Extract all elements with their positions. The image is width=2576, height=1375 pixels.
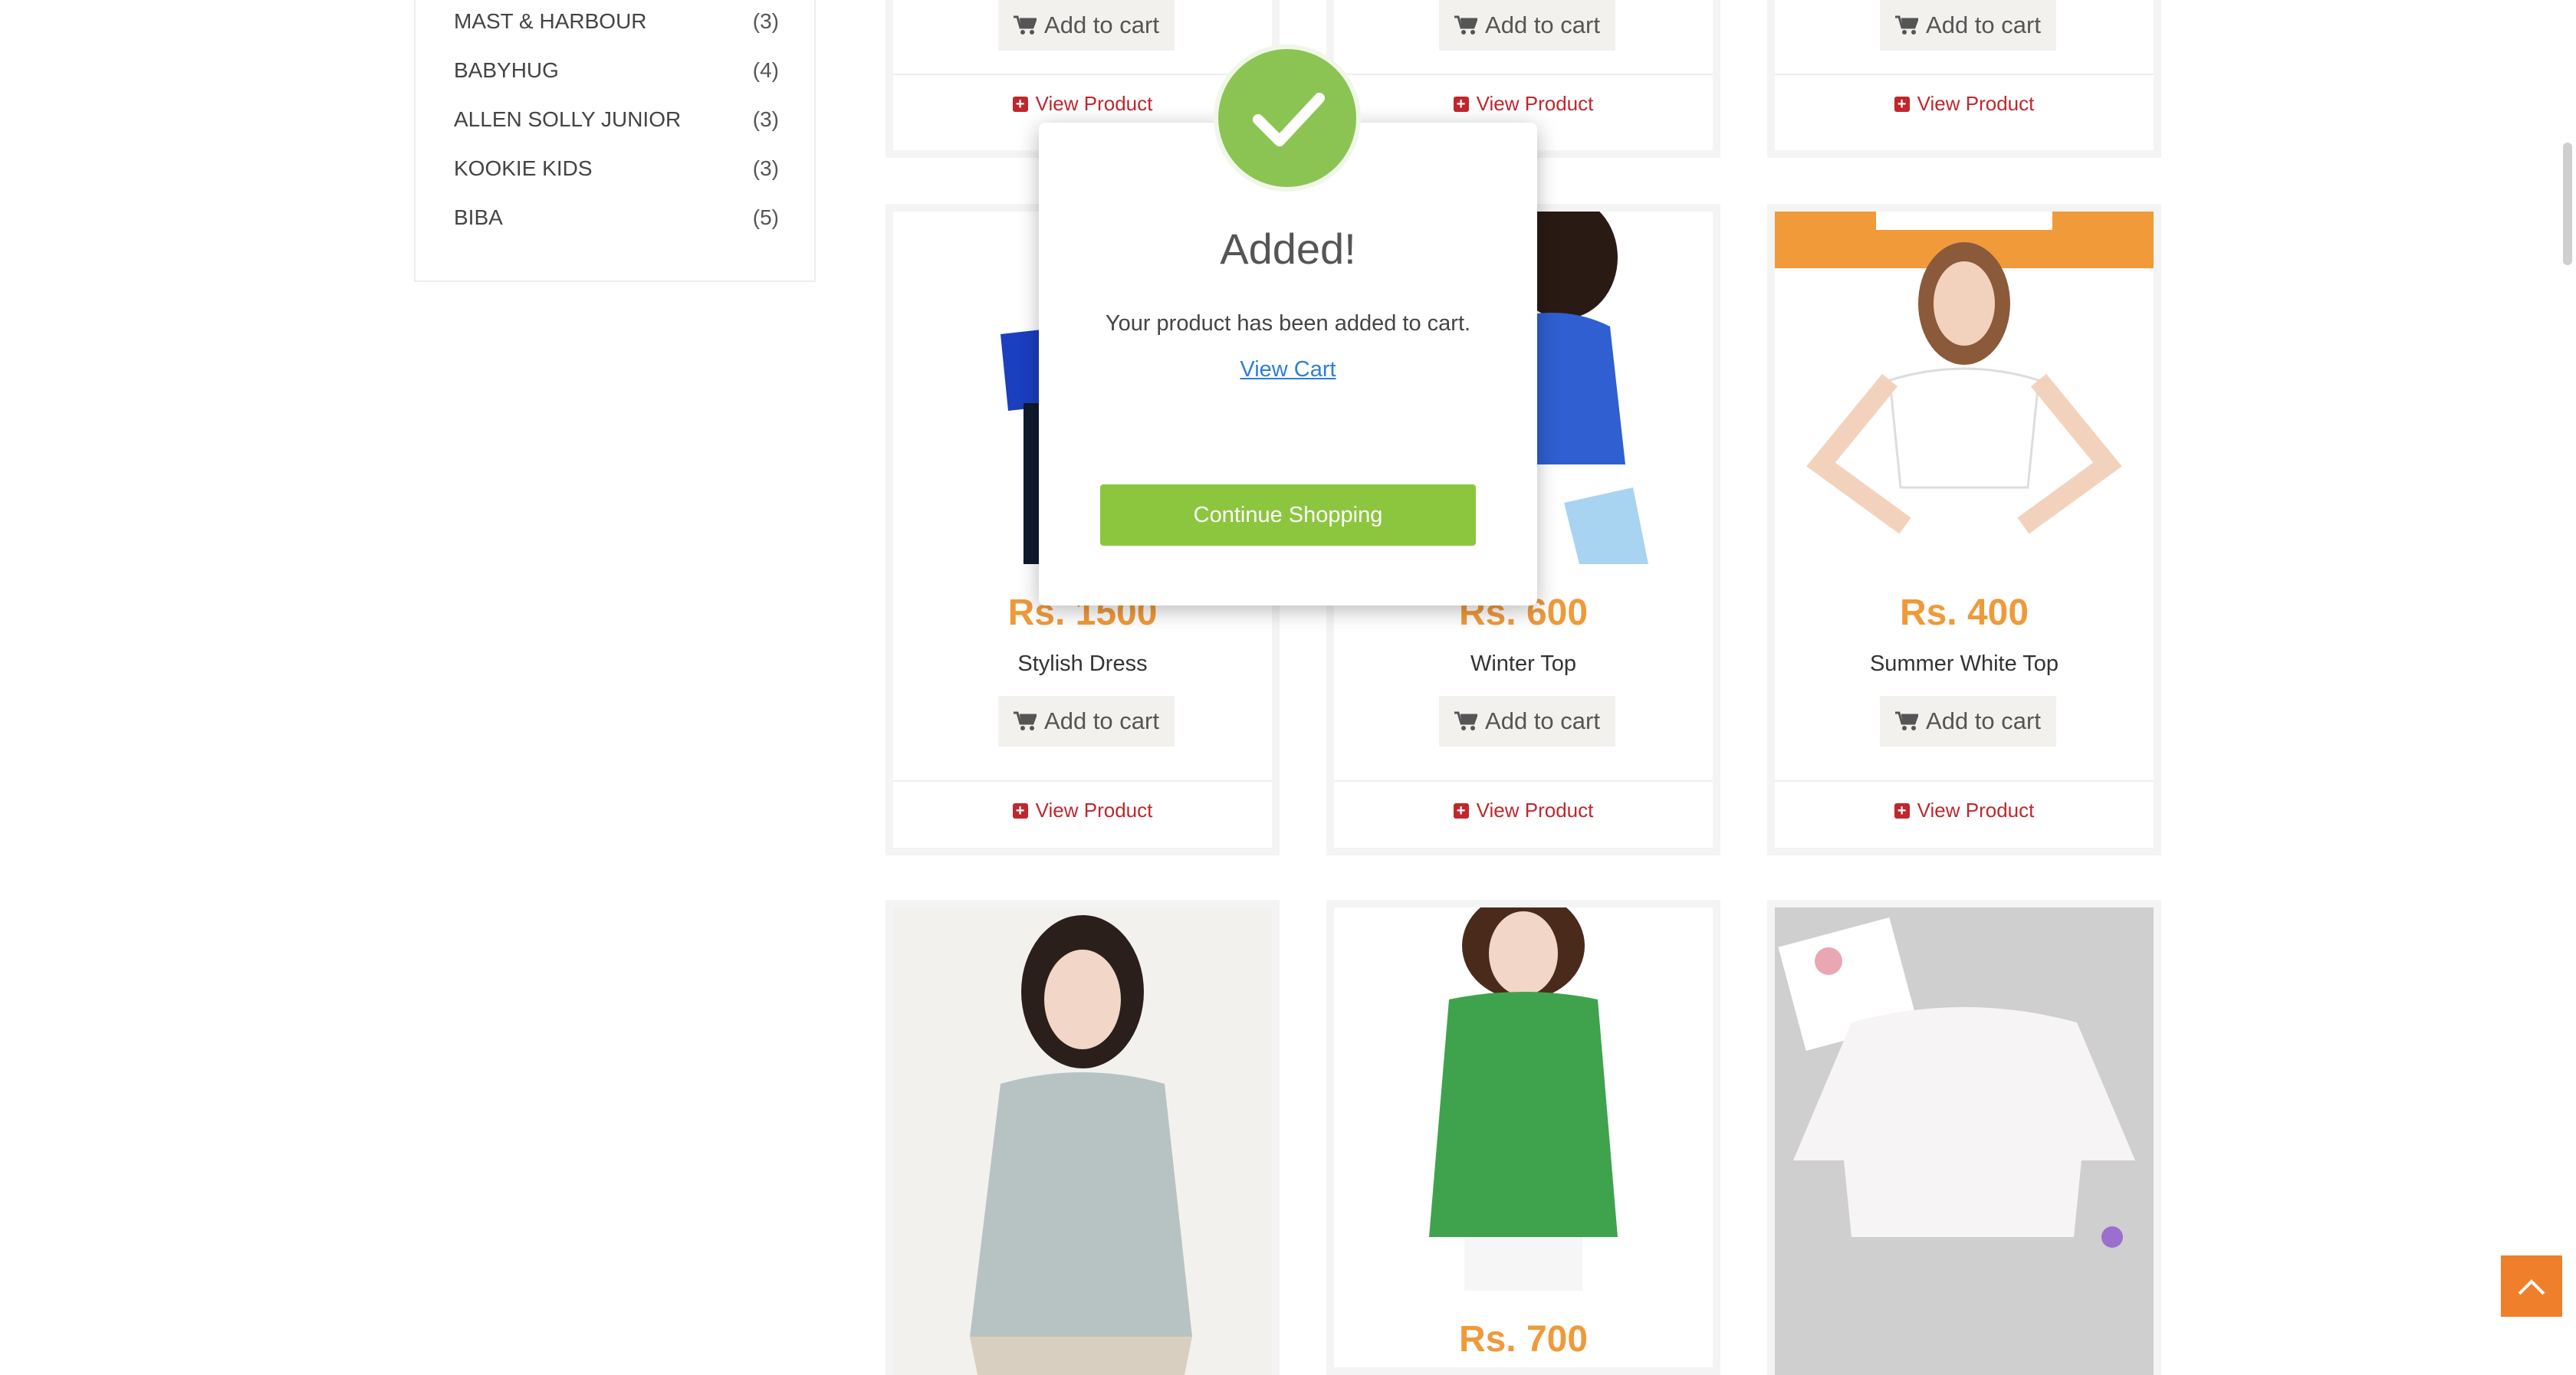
- brand-item[interactable]: KOOKIE KIDS (3): [454, 153, 779, 184]
- divider: [893, 780, 1272, 782]
- floral-top-illustration: [893, 907, 1272, 1375]
- cart-icon: [1014, 711, 1037, 730]
- brand-count: (3): [752, 9, 779, 33]
- add-to-cart-label: Add to cart: [1926, 11, 2041, 38]
- plus-square-icon: +: [1894, 802, 1910, 819]
- view-product-label: View Product: [1917, 799, 2035, 822]
- view-product-label: View Product: [1035, 799, 1153, 822]
- divider: [1775, 74, 2154, 75]
- add-to-cart-label: Add to cart: [1044, 707, 1159, 734]
- view-product-label: View Product: [1035, 92, 1153, 115]
- modal-title: Added!: [1220, 225, 1356, 273]
- plus-square-icon: +: [1012, 96, 1028, 112]
- brand-item[interactable]: ALLEN SOLLY JUNIOR (3): [454, 104, 779, 135]
- view-cart-link[interactable]: View Cart: [1039, 357, 1537, 382]
- chevron-up-icon: [2518, 1279, 2545, 1295]
- added-to-cart-modal: Added! Your product has been added to ca…: [1039, 123, 1537, 605]
- green-top-illustration: [1334, 907, 1713, 1291]
- brand-item[interactable]: MAST & HARBOUR (3): [454, 6, 779, 37]
- product-card: [1767, 900, 2161, 1375]
- product-name: Winter Top: [1470, 651, 1577, 676]
- brand-item[interactable]: BABYHUG (4): [454, 55, 779, 86]
- white-top-illustration: [1775, 212, 2154, 564]
- product-image[interactable]: [1775, 907, 2154, 1375]
- product-image[interactable]: [1334, 907, 1713, 1291]
- modal-message: Your product has been added to cart.: [1105, 311, 1471, 336]
- product-image[interactable]: [893, 907, 1272, 1375]
- product-card: Rs. 400 Summer White Top Add to cart + V…: [1767, 204, 2161, 855]
- view-product-label: View Product: [1476, 799, 1594, 822]
- brand-name: MAST & HARBOUR: [454, 9, 647, 33]
- brand-name: BIBA: [454, 205, 503, 229]
- view-product-link[interactable]: + View Product: [1334, 799, 1713, 822]
- add-to-cart-label: Add to cart: [1485, 11, 1600, 38]
- add-to-cart-button[interactable]: Add to cart: [998, 0, 1175, 51]
- product-name: Stylish Dress: [1017, 651, 1148, 676]
- view-product-link[interactable]: + View Product: [1775, 92, 2154, 116]
- brand-name: BABYHUG: [454, 58, 559, 82]
- product-price: Rs. 400: [1899, 592, 2029, 633]
- add-to-cart-button[interactable]: Add to cart: [1439, 0, 1615, 51]
- cart-icon: [1014, 15, 1037, 34]
- brand-item[interactable]: BIBA (5): [454, 202, 779, 233]
- brand-count: (5): [752, 205, 779, 229]
- cart-icon: [1454, 711, 1478, 730]
- product-image[interactable]: [1775, 212, 2154, 564]
- scroll-to-top-button[interactable]: [2501, 1255, 2562, 1317]
- divider: [1334, 780, 1713, 782]
- divider: [893, 74, 1272, 75]
- brand-name: ALLEN SOLLY JUNIOR: [454, 107, 682, 131]
- vertical-scrollbar[interactable]: [2563, 143, 2572, 265]
- plus-square-icon: +: [1012, 802, 1028, 819]
- brand-name: KOOKIE KIDS: [454, 156, 593, 180]
- brand-count: (4): [752, 58, 779, 82]
- divider: [1775, 780, 2154, 782]
- product-name: Summer White Top: [1869, 651, 2059, 676]
- product-card: Add to cart + View Product: [1767, 0, 2161, 158]
- checkmark-icon: [1253, 93, 1325, 146]
- continue-shopping-button[interactable]: Continue Shopping: [1100, 484, 1476, 546]
- brand-count: (3): [752, 107, 779, 131]
- add-to-cart-button[interactable]: Add to cart: [1880, 696, 2056, 747]
- kids-top-illustration: [1775, 907, 2154, 1375]
- add-to-cart-label: Add to cart: [1485, 707, 1600, 734]
- add-to-cart-label: Add to cart: [1044, 11, 1159, 38]
- cart-icon: [1895, 711, 1919, 730]
- cart-icon: [1454, 15, 1478, 34]
- plus-square-icon: +: [1453, 96, 1469, 112]
- plus-square-icon: +: [1894, 96, 1910, 112]
- divider: [1334, 74, 1713, 75]
- product-card: Rs. 700: [1326, 900, 1720, 1375]
- view-product-link[interactable]: + View Product: [1334, 92, 1713, 116]
- product-price: Rs. 700: [1458, 1319, 1589, 1360]
- brand-count: (3): [752, 156, 779, 180]
- view-product-link[interactable]: + View Product: [1775, 799, 2154, 822]
- success-badge: [1214, 44, 1361, 192]
- product-card: [886, 900, 1280, 1375]
- view-product-label: View Product: [1917, 92, 2035, 115]
- brand-filter-panel: MAST & HARBOUR (3) BABYHUG (4) ALLEN SOL…: [414, 0, 816, 282]
- view-product-link[interactable]: + View Product: [893, 799, 1272, 822]
- cart-icon: [1895, 15, 1919, 34]
- add-to-cart-button[interactable]: Add to cart: [1439, 696, 1615, 747]
- add-to-cart-label: Add to cart: [1926, 707, 2041, 734]
- add-to-cart-button[interactable]: Add to cart: [998, 696, 1175, 747]
- add-to-cart-button[interactable]: Add to cart: [1880, 0, 2056, 51]
- plus-square-icon: +: [1453, 802, 1469, 819]
- view-product-label: View Product: [1476, 92, 1594, 115]
